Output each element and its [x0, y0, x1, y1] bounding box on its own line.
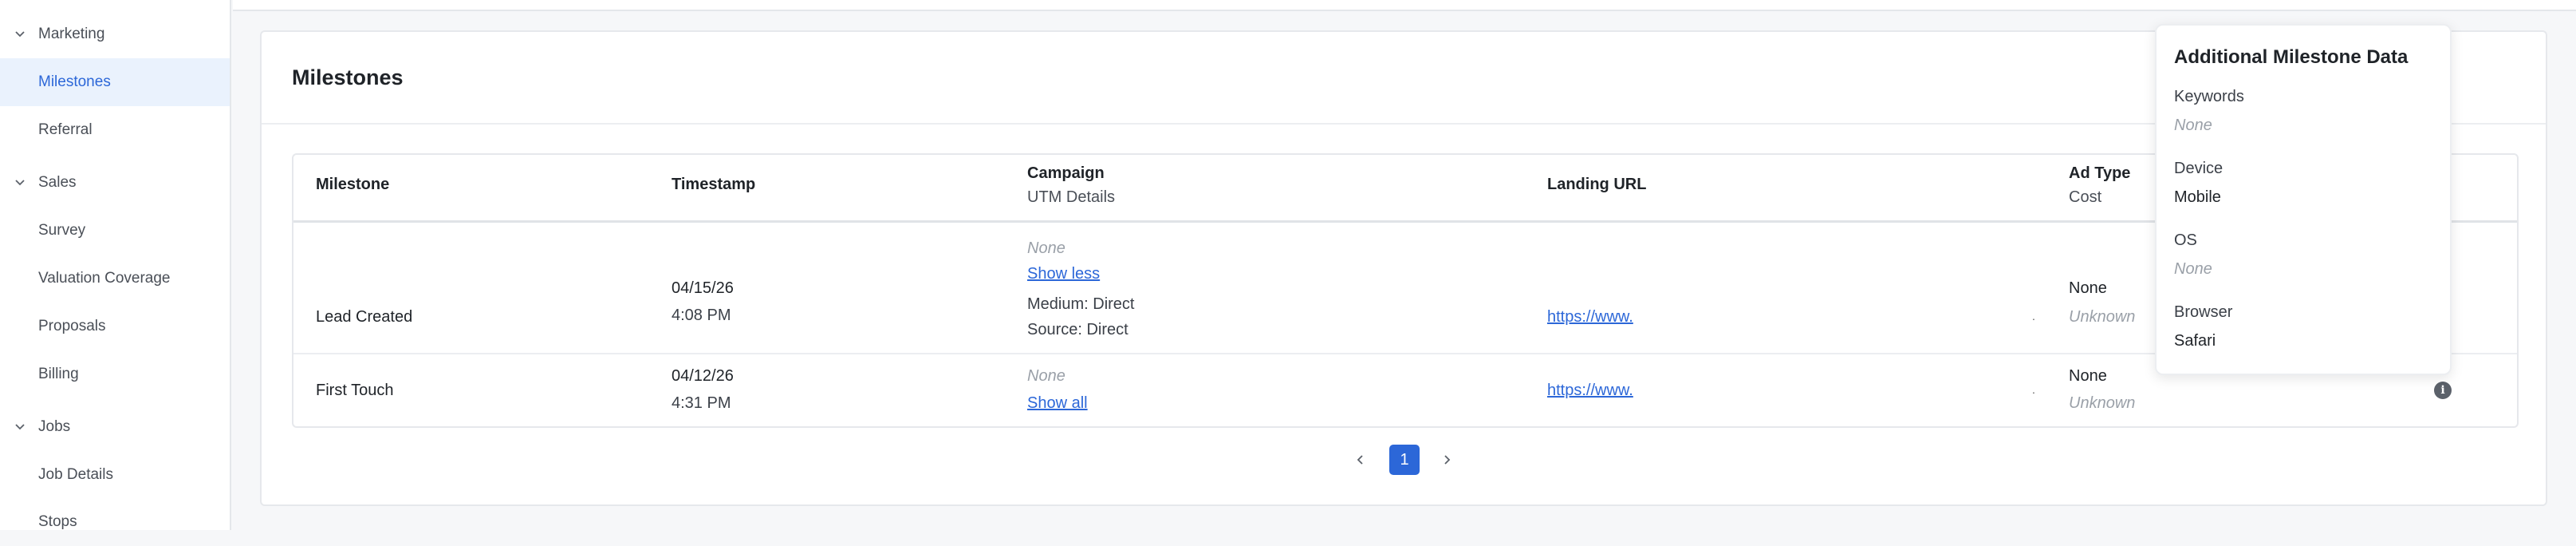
- column-header-milestone: Milestone: [316, 176, 390, 193]
- sidebar-item-valuation-coverage[interactable]: Valuation Coverage: [0, 255, 230, 303]
- campaign-value: None: [1027, 239, 1065, 257]
- chevron-right-icon: [1444, 455, 1451, 465]
- pagination-next-button[interactable]: [1437, 450, 1456, 469]
- browser-value: Safari: [2174, 332, 2216, 350]
- column-header-campaign: Campaign: [1027, 164, 1105, 182]
- chevron-left-icon: [1357, 455, 1363, 465]
- device-value: Mobile: [2174, 188, 2221, 206]
- sidebar-item-label: Stops: [38, 513, 77, 530]
- chevron-down-icon: [15, 424, 25, 430]
- campaign-value: None: [1027, 367, 1065, 385]
- sidebar-section-marketing[interactable]: Marketing: [0, 10, 230, 58]
- chevron-down-icon: [15, 180, 25, 186]
- sidebar-item-referral[interactable]: Referral: [0, 106, 230, 154]
- sidebar: Marketing Milestones Referral Sales Surv…: [0, 0, 231, 530]
- pagination-prev-button[interactable]: [1351, 450, 1370, 469]
- sidebar-item-stops[interactable]: Stops: [0, 498, 230, 546]
- pagination-page-current[interactable]: 1: [1389, 445, 1420, 475]
- sidebar-section-label: Jobs: [38, 418, 71, 435]
- truncation-dot: .: [2032, 310, 2035, 322]
- info-icon[interactable]: i: [2434, 382, 2452, 399]
- popover-title: Additional Milestone Data: [2174, 46, 2409, 68]
- sidebar-item-label: Job Details: [38, 466, 113, 483]
- sidebar-item-survey[interactable]: Survey: [0, 207, 230, 255]
- sidebar-item-label: Valuation Coverage: [38, 270, 171, 287]
- milestone-name: Lead Created: [316, 308, 413, 326]
- column-header-cost: Cost: [2069, 188, 2102, 206]
- sidebar-item-job-details[interactable]: Job Details: [0, 451, 230, 499]
- timestamp-time: 4:31 PM: [672, 394, 731, 412]
- landing-url-link[interactable]: https://www.: [1547, 382, 1633, 400]
- sidebar-section-label: Marketing: [38, 26, 105, 42]
- timestamp-date: 04/15/26: [672, 279, 734, 297]
- utm-medium: Medium: Direct: [1027, 295, 1135, 313]
- sidebar-item-billing[interactable]: Billing: [0, 350, 230, 398]
- additional-milestone-data-popover: Additional Milestone Data Keywords None …: [2155, 24, 2452, 375]
- show-less-link[interactable]: Show less: [1027, 265, 1100, 283]
- keywords-label: Keywords: [2174, 88, 2244, 105]
- sidebar-item-label: Proposals: [38, 318, 106, 334]
- sidebar-section-jobs[interactable]: Jobs: [0, 403, 230, 451]
- browser-label: Browser: [2174, 303, 2233, 321]
- cost-value: Unknown: [2069, 308, 2136, 326]
- page-title: Milestones: [292, 65, 404, 89]
- sidebar-item-label: Billing: [38, 366, 79, 382]
- ad-type-value: None: [2069, 367, 2107, 385]
- sidebar-item-label: Milestones: [38, 73, 111, 90]
- chevron-down-icon: [15, 31, 25, 38]
- ad-type-value: None: [2069, 279, 2107, 297]
- cost-value: Unknown: [2069, 394, 2136, 412]
- truncation-dot: .: [2032, 383, 2035, 396]
- milestone-name: First Touch: [316, 382, 394, 399]
- sidebar-item-label: Referral: [38, 121, 93, 138]
- column-header-ad-type: Ad Type: [2069, 164, 2131, 182]
- sidebar-section-sales[interactable]: Sales: [0, 159, 230, 207]
- timestamp-date: 04/12/26: [672, 367, 734, 385]
- column-header-utm-details: UTM Details: [1027, 188, 1116, 206]
- sidebar-item-proposals[interactable]: Proposals: [0, 303, 230, 350]
- os-label: OS: [2174, 231, 2197, 249]
- utm-source: Source: Direct: [1027, 321, 1128, 338]
- sidebar-item-milestones[interactable]: Milestones: [0, 58, 230, 106]
- top-frame: [233, 0, 2576, 11]
- timestamp-time: 4:08 PM: [672, 307, 731, 324]
- device-label: Device: [2174, 160, 2223, 177]
- sidebar-section-label: Sales: [38, 174, 77, 191]
- show-all-link[interactable]: Show all: [1027, 394, 1088, 413]
- column-header-timestamp: Timestamp: [672, 176, 756, 193]
- landing-url-link[interactable]: https://www.: [1547, 308, 1633, 326]
- os-value: None: [2174, 260, 2212, 278]
- column-header-landing-url: Landing URL: [1547, 176, 1647, 193]
- keywords-value: None: [2174, 117, 2212, 134]
- sidebar-item-label: Survey: [38, 222, 86, 239]
